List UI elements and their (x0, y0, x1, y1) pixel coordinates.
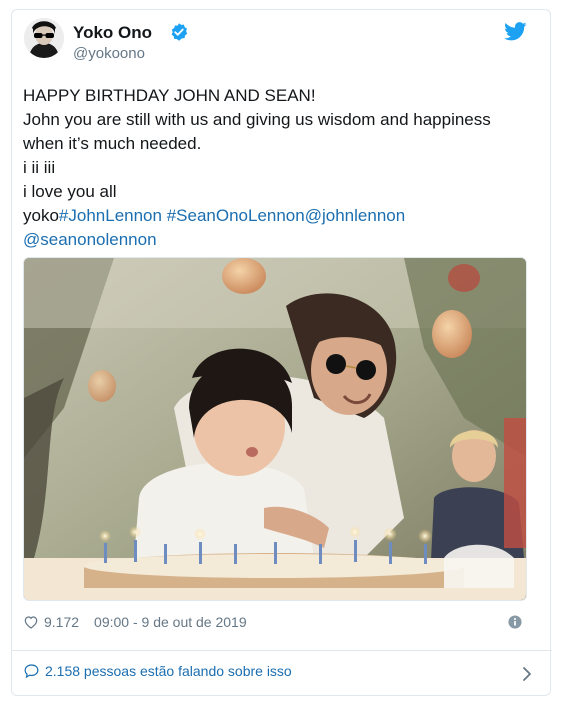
avatar[interactable] (24, 18, 64, 58)
mention-link[interactable]: @seanonolennon (23, 230, 157, 249)
user-handle[interactable]: @yokoono (73, 45, 145, 62)
hashtag-link[interactable]: #JohnLennon (59, 206, 162, 225)
hashtag-link[interactable]: #SeanOnoLennon (167, 206, 305, 225)
conversation-text[interactable]: 2.158 pessoas estão falando sobre isso (45, 663, 292, 679)
signature-text: yoko (23, 206, 59, 225)
chevron-right-icon[interactable] (522, 666, 532, 682)
heart-icon[interactable] (23, 614, 39, 630)
tweet-photo[interactable] (23, 257, 527, 601)
like-count[interactable]: 9.172 (44, 614, 79, 630)
user-name[interactable]: Yoko Ono (73, 23, 152, 43)
tweet-text: HAPPY BIRTHDAY JOHN AND SEAN! John you a… (23, 84, 523, 252)
divider (12, 650, 552, 651)
tweet-meta: 9.172 09:00 - 9 de out de 2019 (23, 612, 247, 632)
mention-link[interactable]: @johnlennon (305, 206, 405, 225)
tweet-line: @seanonolennon (23, 228, 523, 252)
tweet-line: John you are still with us and giving us… (23, 110, 491, 129)
verified-badge-icon (171, 23, 188, 41)
info-icon[interactable] (508, 615, 522, 629)
conversation-link[interactable]: 2.158 pessoas estão falando sobre isso (23, 663, 292, 679)
tweet-line: when it’s much needed. (23, 134, 202, 153)
timestamp[interactable]: 09:00 - 9 de out de 2019 (94, 614, 247, 630)
speech-bubble-icon (24, 664, 39, 679)
twitter-bird-icon[interactable] (504, 22, 527, 41)
tweet-line: yoko#JohnLennon #SeanOnoLennon@johnlenno… (23, 204, 523, 228)
tweet-line: i love you all (23, 182, 117, 201)
tweet-line: HAPPY BIRTHDAY JOHN AND SEAN! (23, 86, 316, 105)
tweet-line: i ii iii (23, 158, 56, 177)
